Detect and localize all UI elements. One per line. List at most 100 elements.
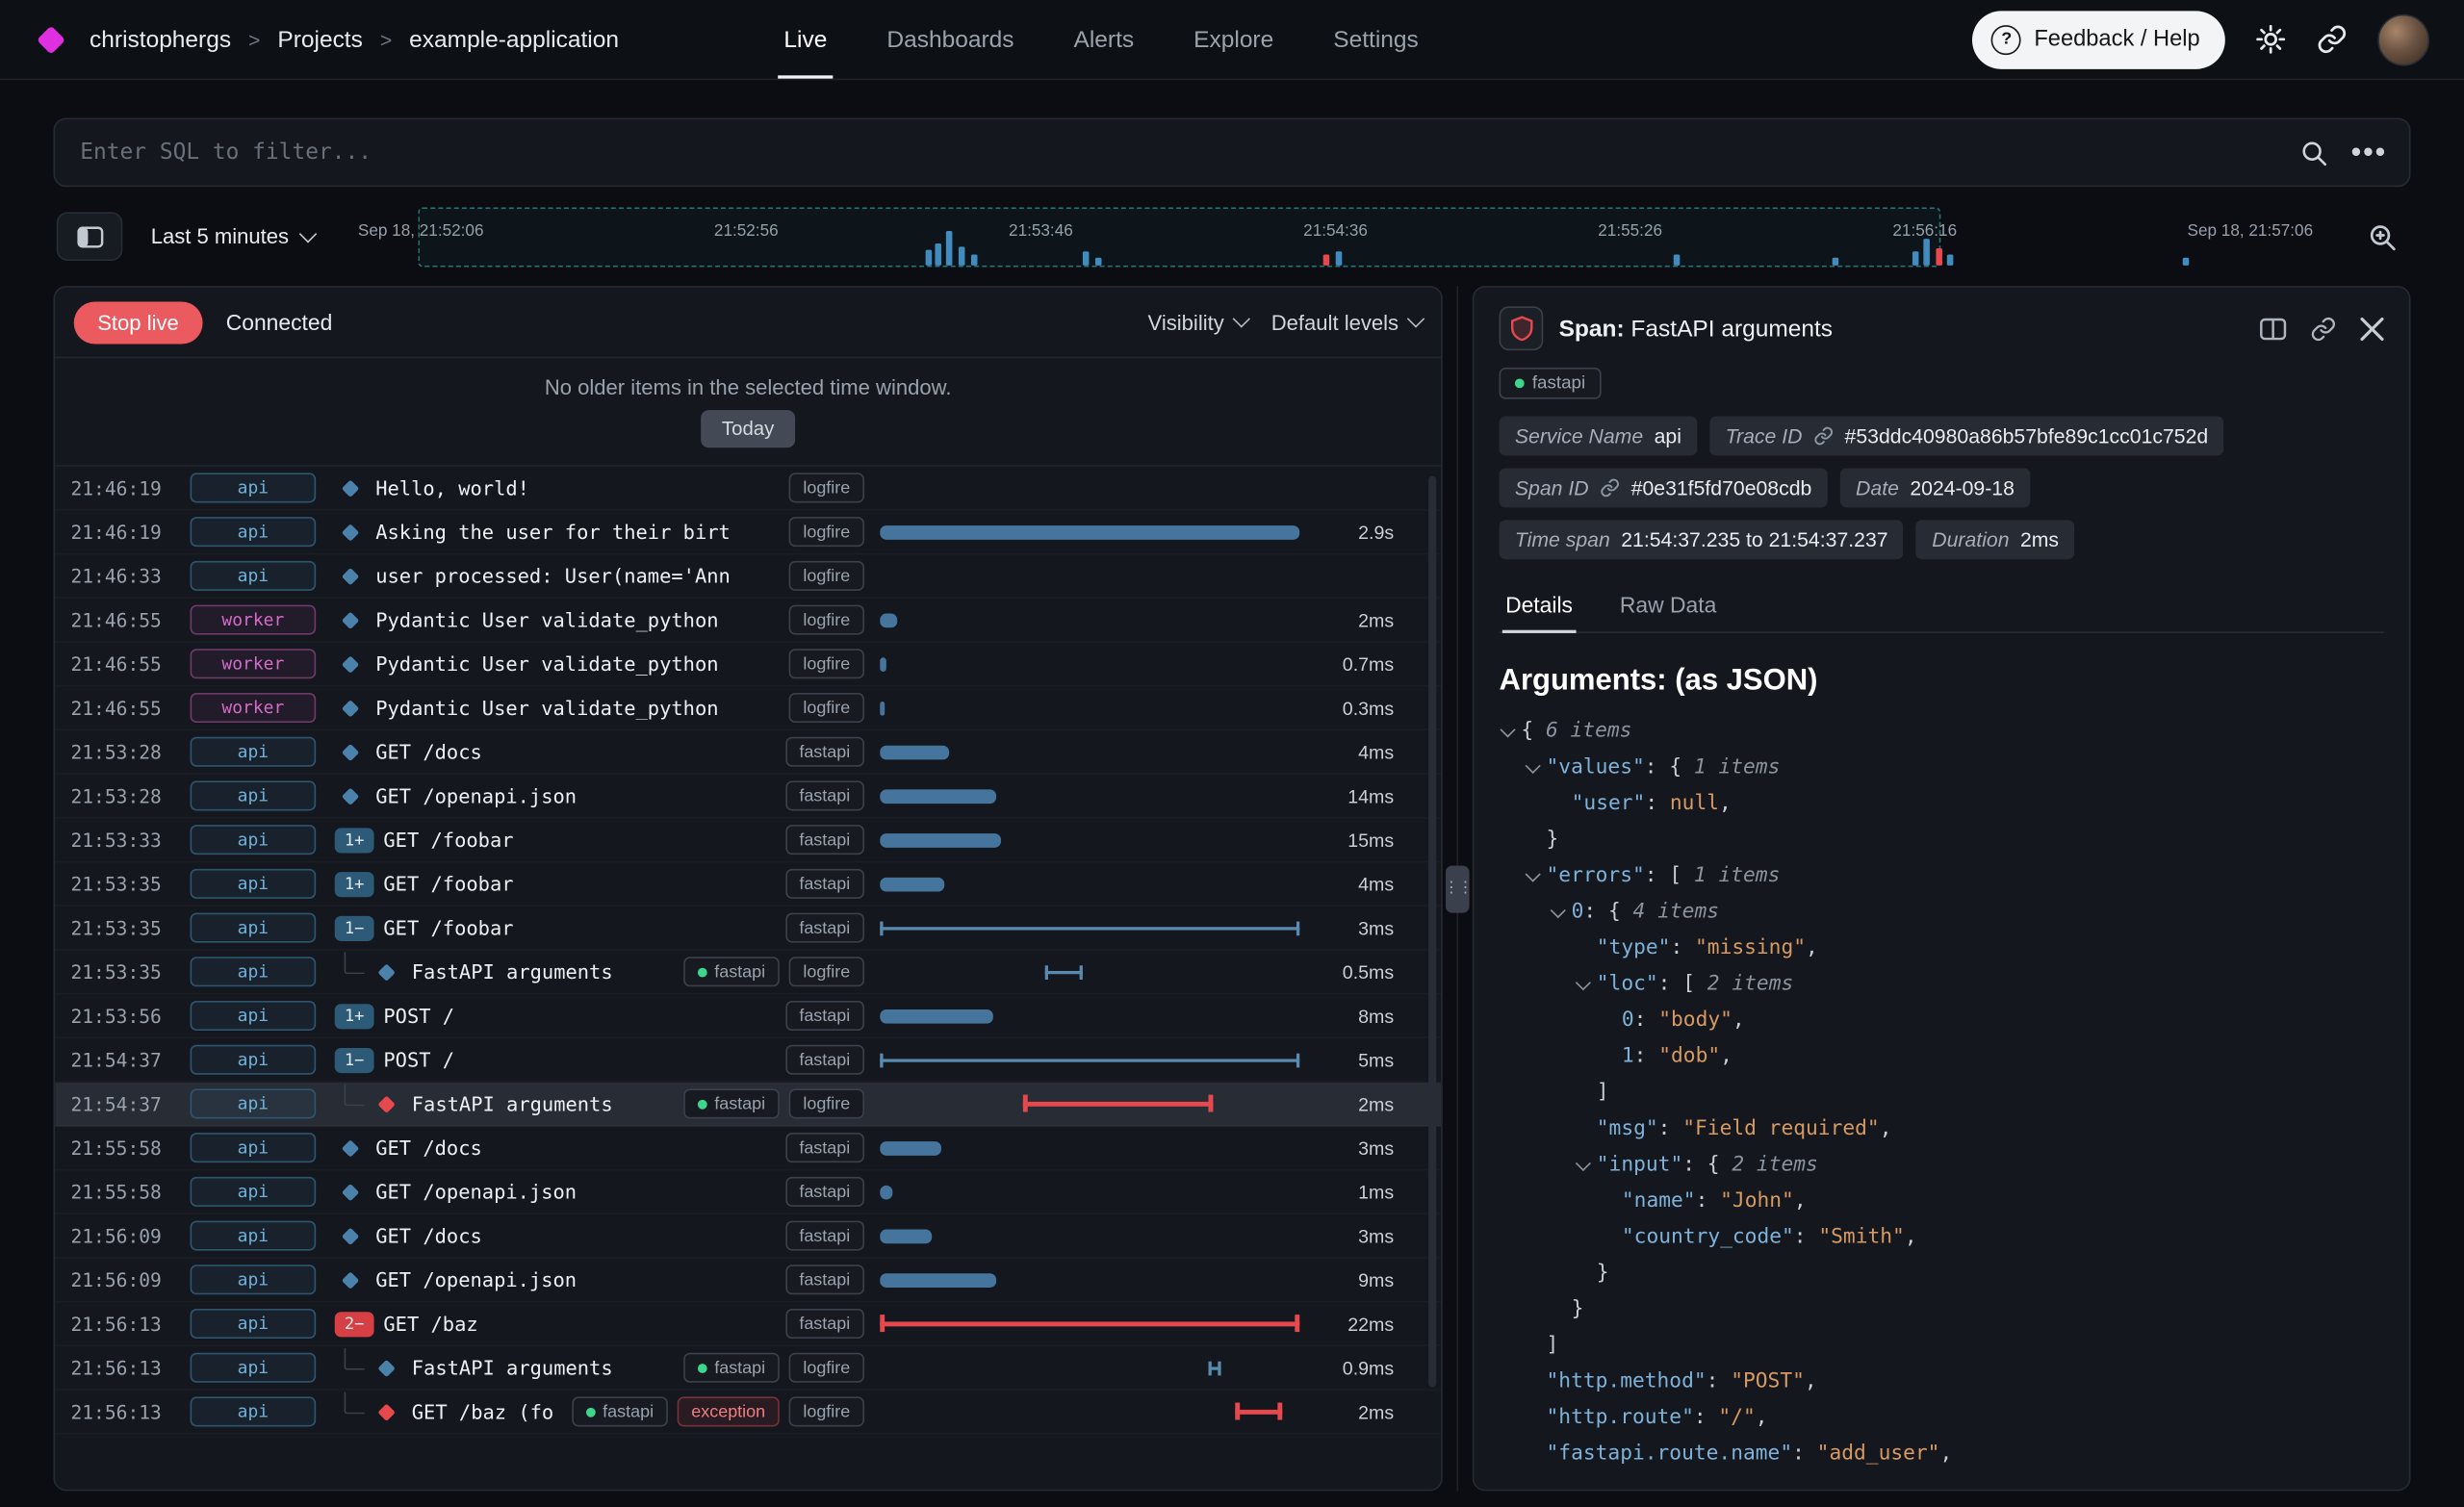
duration-bar [1022, 1101, 1213, 1107]
service-tag-api: api [191, 957, 317, 986]
span-detail-header: Span: FastAPI arguments [1500, 306, 2384, 350]
span-tag-row: fastapi [1500, 368, 2384, 399]
trace-row[interactable]: 21:56:13apiGET /baz (fofastapiexceptionl… [55, 1391, 1441, 1435]
copy-link-icon[interactable] [2310, 315, 2337, 342]
trace-row[interactable]: 21:46:19apiHello, world!logfire [55, 467, 1441, 511]
trace-row[interactable]: 21:53:35api1+GET /foobarfastapi4ms [55, 862, 1441, 907]
trace-timestamp: 21:53:35 [70, 873, 170, 895]
breadcrumb-item-christophergs[interactable]: christophergs [90, 26, 231, 53]
share-link-icon[interactable] [2317, 23, 2348, 55]
breadcrumb-item-projects[interactable]: Projects [277, 26, 362, 53]
today-button[interactable]: Today [702, 410, 795, 447]
time-range-selector[interactable]: Last 5 minutes [151, 224, 321, 247]
trace-row[interactable]: 21:53:56api1+POST /fastapi8ms [55, 994, 1441, 1038]
panel-divider: ⋮⋮ [1443, 286, 1473, 1491]
link-icon[interactable] [1813, 425, 1834, 446]
json-line: "values": { 1 items [1500, 750, 2384, 786]
stop-live-button[interactable]: Stop live [74, 301, 203, 344]
span-detail-panel: Span: FastAPI arguments fastapi [1473, 286, 2411, 1491]
trace-row[interactable]: 21:56:13api2−GET /bazfastapi22ms [55, 1302, 1441, 1346]
duration-bar-zone [880, 730, 1312, 773]
trace-row[interactable]: 21:53:28apiGET /openapi.jsonfastapi14ms [55, 775, 1441, 819]
span-detail-actions [2260, 315, 2384, 342]
feedback-help-button[interactable]: ? Feedback / Help [1973, 11, 2225, 68]
logfire-logo-icon[interactable] [37, 25, 65, 54]
nav-tab-settings[interactable]: Settings [1303, 0, 1449, 79]
collapse-count-badge[interactable]: 1+ [335, 828, 374, 853]
tab-raw-data[interactable]: Raw Data [1617, 584, 1720, 631]
trace-row[interactable]: 21:54:37api1−POST /fastapi5ms [55, 1038, 1441, 1083]
trace-row[interactable]: 21:55:58apiGET /openapi.jsonfastapi1ms [55, 1170, 1441, 1214]
tab-details[interactable]: Details [1502, 584, 1576, 631]
duration-label: 4ms [1319, 741, 1394, 763]
trace-row[interactable]: 21:56:13apiFastAPI argumentsfastapilogfi… [55, 1346, 1441, 1391]
zoom-icon[interactable] [2367, 220, 2399, 252]
search-icon[interactable] [2299, 138, 2329, 167]
user-avatar[interactable] [2377, 13, 2429, 65]
timeline-selection[interactable] [418, 208, 1940, 268]
trace-row[interactable]: 21:46:55workerPydantic User validate_pyt… [55, 686, 1441, 730]
nav-tab-alerts[interactable]: Alerts [1044, 0, 1165, 79]
default-levels-dropdown[interactable]: Default levels [1271, 310, 1423, 333]
trace-row[interactable]: 21:46:55workerPydantic User validate_pyt… [55, 599, 1441, 643]
trace-timestamp: 21:56:13 [70, 1313, 170, 1335]
open-side-panel-icon[interactable] [2260, 317, 2287, 340]
service-tag-api: api [191, 869, 317, 899]
trace-message: GET /foobar [383, 916, 513, 939]
nav-tab-dashboards[interactable]: Dashboards [857, 0, 1043, 79]
collapse-chevron-icon[interactable] [1551, 903, 1566, 918]
trace-row[interactable]: 21:56:09apiGET /docsfastapi3ms [55, 1214, 1441, 1259]
trace-row[interactable]: 21:55:58apiGET /docsfastapi3ms [55, 1127, 1441, 1171]
collapse-count-badge[interactable]: 1− [335, 915, 374, 940]
breadcrumb-separator: > [248, 28, 260, 51]
timeline[interactable]: Sep 18, 21:52:0621:52:5621:53:4621:54:36… [348, 203, 2323, 270]
theme-toggle-icon[interactable] [2255, 23, 2287, 55]
duration-bar-zone [880, 1127, 1312, 1169]
link-icon[interactable] [1600, 477, 1620, 498]
collapse-chevron-icon[interactable] [1526, 866, 1541, 881]
trace-row[interactable]: 21:53:35apiFastAPI argumentsfastapilogfi… [55, 951, 1441, 995]
collapse-chevron-icon[interactable] [1526, 758, 1541, 774]
visibility-label: Visibility [1148, 310, 1224, 333]
trace-row[interactable]: 21:53:33api1+GET /foobarfastapi15ms [55, 819, 1441, 863]
collapse-count-badge[interactable]: 1− [335, 1047, 374, 1072]
trace-timestamp: 21:46:19 [70, 477, 170, 499]
empty-window-message: No older items in the selected time wind… [55, 375, 1441, 398]
collapse-count-badge[interactable]: 2− [335, 1311, 374, 1336]
histogram-bar [1936, 248, 1942, 266]
collapse-chevron-icon[interactable] [1576, 1156, 1591, 1171]
trace-message: FastAPI arguments [412, 1356, 613, 1379]
more-options-icon[interactable]: ••• [2350, 138, 2387, 167]
sql-filter-input[interactable] [77, 139, 2277, 166]
trace-row[interactable]: 21:46:33apiuser processed: User(name='An… [55, 554, 1441, 599]
nav-tab-live[interactable]: Live [754, 0, 857, 79]
scrollbar-thumb[interactable] [1428, 476, 1436, 1388]
visibility-dropdown[interactable]: Visibility [1148, 310, 1248, 333]
trace-row[interactable]: 21:54:37apiFastAPI argumentsfastapilogfi… [55, 1083, 1441, 1127]
trace-message: GET /baz (fo [412, 1400, 553, 1423]
collapse-chevron-icon[interactable] [1576, 975, 1591, 990]
trace-row[interactable]: 21:56:09apiGET /openapi.jsonfastapi9ms [55, 1259, 1441, 1303]
collapse-count-badge[interactable]: 1+ [335, 871, 374, 896]
trace-row[interactable]: 21:53:35api1−GET /foobarfastapi3ms [55, 907, 1441, 951]
duration-bar-zone [880, 1214, 1312, 1257]
field-label: Span ID [1515, 476, 1589, 499]
histogram-bar [970, 254, 977, 265]
close-icon[interactable] [2360, 317, 2383, 340]
sidebar-toggle-button[interactable] [57, 212, 123, 261]
duration-bar-zone [880, 467, 1312, 509]
trace-row[interactable]: 21:46:19apiAsking the user for their bir… [55, 511, 1441, 555]
trace-tags: logfire [789, 473, 864, 502]
breadcrumb-item-example-application[interactable]: example-application [409, 26, 619, 53]
chevron-down-icon [1232, 310, 1249, 327]
trace-row[interactable]: 21:46:55workerPydantic User validate_pyt… [55, 643, 1441, 687]
span-diamond-icon [342, 1227, 359, 1244]
duration-bar-zone [880, 907, 1312, 949]
collapse-chevron-icon[interactable] [1500, 722, 1515, 737]
span-icon-zone [371, 1362, 402, 1374]
nav-tab-explore[interactable]: Explore [1164, 0, 1303, 79]
panel-resize-handle[interactable]: ⋮⋮ [1446, 865, 1469, 912]
trace-timestamp: 21:54:37 [70, 1093, 170, 1115]
trace-row[interactable]: 21:53:28apiGET /docsfastapi4ms [55, 730, 1441, 775]
collapse-count-badge[interactable]: 1+ [335, 1003, 374, 1028]
